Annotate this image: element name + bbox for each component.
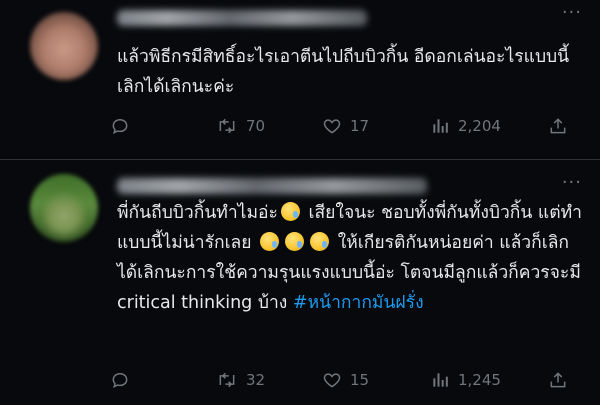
hashtag-link[interactable]: #หน้ากากมันฝรั่ง <box>293 293 424 313</box>
reply-icon <box>110 370 130 390</box>
tweet[interactable]: ··· แล้วพิธีกรมีสิทธิ์อะไรเอาตีนไปถีบบิว… <box>0 0 600 160</box>
retweet-icon <box>216 370 238 390</box>
reply-icon <box>110 116 130 136</box>
tweet-text: แล้วพิธีกรมีสิทธิ์อะไรเอาตีนไปถีบบิวกิ้น… <box>117 47 570 97</box>
like-button[interactable]: 17 <box>322 116 369 136</box>
share-icon <box>548 370 568 390</box>
reply-button[interactable] <box>110 116 130 136</box>
heart-icon <box>322 370 342 390</box>
views-button[interactable]: 1,245 <box>430 370 501 390</box>
like-count: 15 <box>350 371 370 389</box>
retweet-icon <box>216 116 238 136</box>
tweet[interactable]: ··· พี่กันถีบบิวกิ้นทำไมอ่ะ เสียใจนะ ชอบ… <box>0 160 600 405</box>
views-button[interactable]: 2,204 <box>430 116 501 136</box>
avatar[interactable] <box>30 12 98 80</box>
tweet-actions: 32 15 1,245 <box>110 370 590 394</box>
more-icon[interactable]: ··· <box>562 2 582 23</box>
retweet-count: 70 <box>246 117 266 135</box>
tweet-text-part: พี่กันถีบบิวกิ้นทำไมอ่ะ <box>117 203 278 223</box>
views-count: 1,245 <box>458 371 501 389</box>
views-count: 2,204 <box>458 117 501 135</box>
crying-face-emoji <box>310 232 330 251</box>
views-icon <box>430 370 450 390</box>
crying-face-emoji <box>260 232 280 251</box>
tweet-actions: 70 17 2,204 <box>110 116 590 140</box>
share-icon <box>548 116 568 136</box>
more-icon[interactable]: ··· <box>562 172 582 193</box>
reply-button[interactable] <box>110 370 130 390</box>
retweet-count: 32 <box>246 371 266 389</box>
tweet-text: พี่กันถีบบิวกิ้นทำไมอ่ะ เสียใจนะ ชอบทั้ง… <box>117 198 587 318</box>
retweet-button[interactable]: 70 <box>216 116 265 136</box>
views-icon <box>430 116 450 136</box>
avatar[interactable] <box>30 174 98 242</box>
crying-face-emoji <box>280 202 300 221</box>
crying-face-emoji <box>285 232 305 251</box>
like-button[interactable]: 15 <box>322 370 369 390</box>
author-name-blurred[interactable] <box>117 10 367 26</box>
retweet-button[interactable]: 32 <box>216 370 265 390</box>
share-button[interactable] <box>548 116 568 136</box>
share-button[interactable] <box>548 370 568 390</box>
heart-icon <box>322 116 342 136</box>
like-count: 17 <box>350 117 370 135</box>
author-name-blurred[interactable] <box>117 178 427 194</box>
